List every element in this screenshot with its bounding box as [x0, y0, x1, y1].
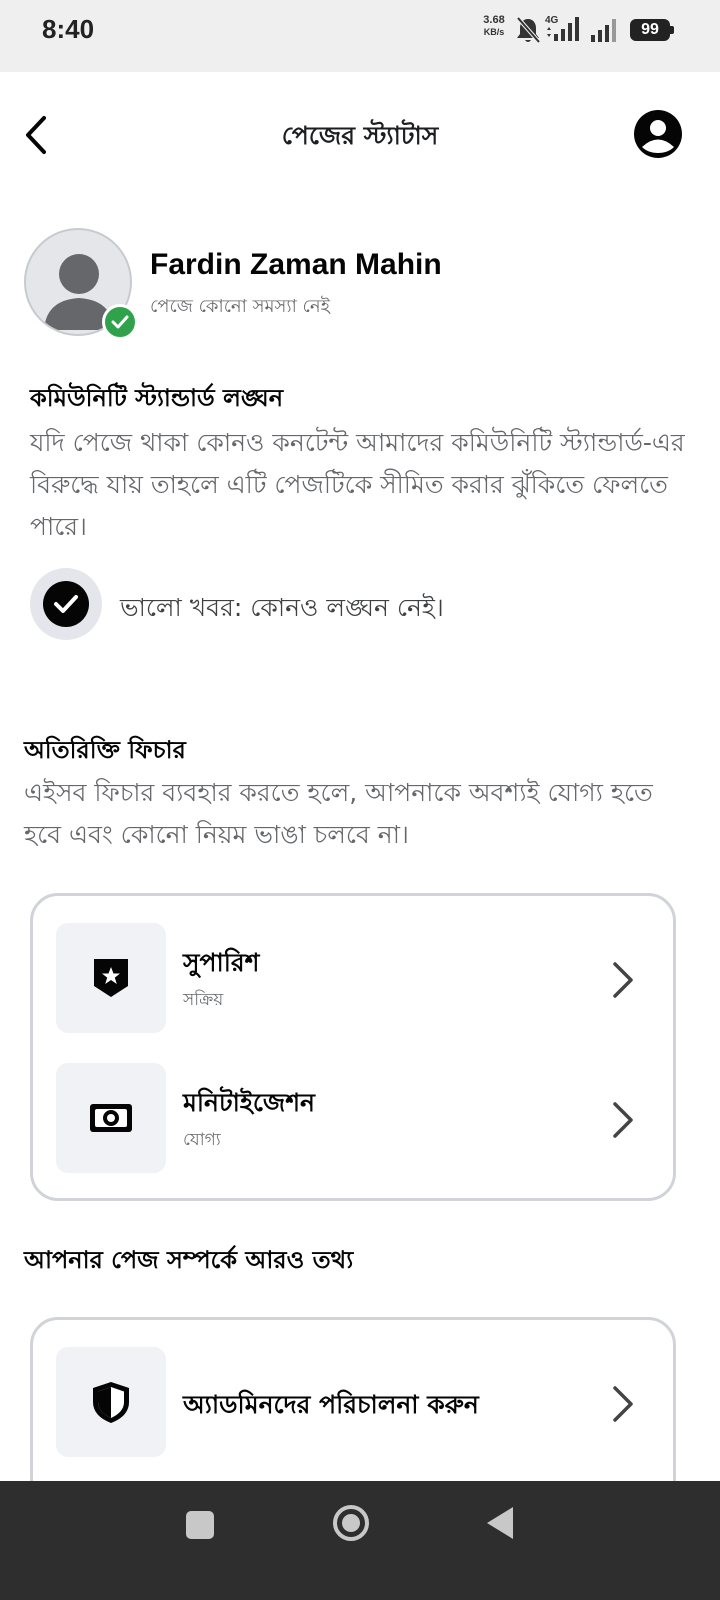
shield-icon	[93, 1382, 129, 1423]
icon-tile	[56, 1347, 166, 1457]
chevron-right-icon	[613, 962, 633, 998]
cash-icon	[90, 1104, 132, 1132]
chevron-right-icon	[613, 1386, 633, 1422]
list-item-recommendation[interactable]: সুপারিশ সক্রিয়	[33, 923, 673, 1035]
network-speed: 3.68 KB/s	[476, 14, 512, 38]
network-speed-value: 3.68	[483, 14, 505, 26]
good-news-text: ভালো খবর: কোনও লঙ্ঘন নেই।	[120, 593, 444, 622]
list-item-monetization[interactable]: মনিটাইজেশন যোগ্য	[33, 1063, 673, 1175]
community-standards-description: যদি পেজে থাকা কোনও কনটেন্ট আমাদের কমিউনি…	[30, 428, 685, 541]
home-icon[interactable]	[331, 1503, 371, 1543]
battery-level: 99	[630, 19, 670, 41]
extra-features-card: সুপারিশ সক্রিয় মনিটাইজেশন যোগ্য	[30, 893, 676, 1201]
extra-features-description: এইসব ফিচার ব্যবহার করতে হলে, আপনাকে অবশ্…	[24, 778, 653, 849]
monetization-title: মনিটাইজেশন	[183, 1088, 315, 1117]
list-item-manage-admins[interactable]: অ্যাডমিনদের পরিচালনা করুন	[33, 1347, 673, 1459]
recommendation-status: সক্রিয়	[183, 990, 224, 1010]
signal-icon: 4G	[545, 15, 579, 41]
page-status-text: পেজে কোনো সমস্যা নেই	[150, 296, 330, 317]
check-circle-icon	[30, 568, 102, 640]
system-nav-bar	[0, 1481, 720, 1600]
monetization-status: যোগ্য	[183, 1130, 221, 1150]
chevron-left-icon[interactable]	[20, 110, 60, 160]
chevron-right-icon	[613, 1102, 633, 1138]
battery-icon: 99	[630, 19, 674, 41]
manage-admins-title: অ্যাডমিনদের পরিচালনা করুন	[183, 1390, 479, 1419]
status-bar: 8:40 3.68 KB/s 4G 99	[0, 0, 720, 72]
icon-tile	[56, 1063, 166, 1173]
more-info-heading: আপনার পেজ সম্পর্কে আরও তথ্য	[24, 1246, 354, 1274]
page-name: Fardin Zaman Mahin	[150, 248, 442, 281]
verified-check-icon	[102, 304, 138, 340]
account-circle-icon[interactable]	[634, 110, 682, 158]
community-standards-heading: কমিউনিটি স্ট্যান্ডার্ড লঙ্ঘন	[30, 384, 284, 412]
recents-icon[interactable]	[186, 1511, 214, 1539]
status-time: 8:40	[42, 14, 95, 44]
icon-tile	[56, 923, 166, 1033]
network-speed-unit: KB/s	[483, 27, 505, 37]
star-shield-icon	[94, 959, 128, 997]
extra-features-heading: অতিরিক্তি ফিচার	[24, 736, 186, 764]
back-icon[interactable]	[485, 1505, 517, 1541]
bell-off-icon	[516, 16, 541, 44]
network-type-label: 4G	[545, 15, 559, 26]
signal-icon	[591, 19, 616, 42]
page-title: পেজের স্ট্যাটাস	[281, 121, 439, 150]
recommendation-title: সুপারিশ	[183, 948, 260, 977]
